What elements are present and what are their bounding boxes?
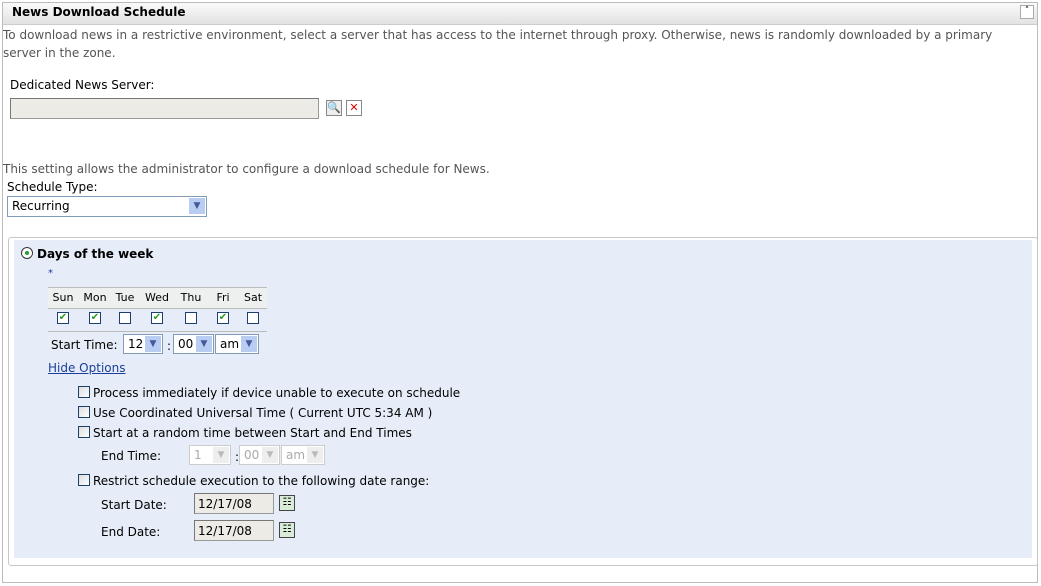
day-header: Tue bbox=[115, 291, 135, 304]
chevron-down-icon: ▼ bbox=[307, 447, 323, 463]
end-minute-value: 00 bbox=[244, 448, 260, 462]
chevron-down-icon: ▼ bbox=[241, 336, 257, 352]
start-date-label: Start Date: bbox=[101, 498, 167, 512]
close-icon[interactable]: ✕ bbox=[346, 100, 362, 116]
schedule-type-label: Schedule Type: bbox=[7, 180, 98, 194]
double-chevron-up-icon[interactable]: ˄ bbox=[1020, 5, 1034, 19]
chevron-down-icon: ▼ bbox=[196, 336, 212, 352]
end-ampm-select[interactable]: am ▼ bbox=[281, 445, 325, 465]
end-ampm-value: am bbox=[286, 448, 306, 462]
use-utc-checkbox[interactable] bbox=[78, 406, 90, 418]
restrict-range-checkbox[interactable] bbox=[78, 474, 90, 486]
day-header: Thu bbox=[180, 291, 202, 304]
schedule-type-select[interactable]: Recurring ▼ bbox=[7, 196, 207, 217]
chevron-down-icon: ▼ bbox=[189, 198, 205, 214]
day-checkbox-wed[interactable]: ✔ bbox=[151, 312, 163, 324]
chevron-down-icon: ▼ bbox=[145, 336, 161, 352]
intro-text: To download news in a restrictive enviro… bbox=[3, 28, 993, 60]
day-checkbox-sat[interactable] bbox=[247, 312, 259, 324]
start-hour-select[interactable]: 12 ▼ bbox=[123, 334, 163, 354]
end-time-label: End Time: bbox=[101, 449, 162, 463]
day-checkbox-fri[interactable]: ✔ bbox=[217, 312, 229, 324]
days-of-week-label: Days of the week bbox=[37, 247, 154, 261]
day-header: Sun bbox=[52, 291, 74, 304]
day-header: Wed bbox=[145, 291, 169, 304]
start-ampm-select[interactable]: am ▼ bbox=[215, 334, 259, 354]
end-date-label: End Date: bbox=[101, 525, 161, 539]
days-of-week-radio[interactable] bbox=[21, 247, 33, 259]
random-start-label: Start at a random time between Start and… bbox=[93, 426, 412, 440]
process-immediately-label: Process immediately if device unable to … bbox=[93, 386, 461, 400]
calendar-icon[interactable]: ☷ bbox=[279, 495, 295, 511]
days-divider bbox=[48, 331, 267, 332]
use-utc-label: Use Coordinated Universal Time ( Current… bbox=[93, 406, 433, 420]
day-header: Fri bbox=[216, 291, 230, 304]
start-time-label: Start Time: bbox=[51, 338, 118, 352]
schedule-type-value: Recurring bbox=[12, 199, 70, 213]
schedule-note: This setting allows the administrator to… bbox=[3, 162, 490, 176]
chevron-down-icon: ▼ bbox=[213, 447, 229, 463]
start-minute-select[interactable]: 00 ▼ bbox=[173, 334, 214, 354]
end-hour-select[interactable]: 1 ▼ bbox=[189, 445, 231, 465]
day-checkbox-tue[interactable] bbox=[119, 312, 131, 324]
day-checkbox-mon[interactable]: ✔ bbox=[89, 312, 101, 324]
required-mark: * bbox=[48, 268, 53, 279]
hide-options-link[interactable]: Hide Options bbox=[48, 361, 125, 375]
search-icon[interactable]: 🔍 bbox=[326, 100, 342, 116]
section-title: News Download Schedule bbox=[12, 5, 186, 19]
start-hour-value: 12 bbox=[128, 337, 144, 351]
chevron-down-icon: ▼ bbox=[262, 447, 278, 463]
day-header: Sat bbox=[243, 291, 263, 304]
start-ampm-value: am bbox=[220, 337, 240, 351]
random-start-checkbox[interactable] bbox=[78, 426, 90, 438]
time-separator: : bbox=[167, 339, 172, 353]
server-label: Dedicated News Server: bbox=[10, 78, 155, 92]
start-date-input[interactable]: 12/17/08 bbox=[194, 493, 274, 514]
server-input[interactable] bbox=[10, 98, 319, 119]
day-checkbox-sun[interactable]: ✔ bbox=[57, 312, 69, 324]
day-header: Mon bbox=[83, 291, 107, 304]
day-checkbox-thu[interactable] bbox=[185, 312, 197, 324]
start-minute-value: 00 bbox=[178, 337, 194, 351]
end-date-input[interactable]: 12/17/08 bbox=[194, 520, 274, 541]
end-hour-value: 1 bbox=[194, 448, 202, 462]
process-immediately-checkbox[interactable] bbox=[78, 386, 90, 398]
end-minute-select[interactable]: 00 ▼ bbox=[239, 445, 280, 465]
restrict-range-label: Restrict schedule execution to the follo… bbox=[93, 474, 430, 488]
calendar-icon[interactable]: ☷ bbox=[279, 522, 295, 538]
